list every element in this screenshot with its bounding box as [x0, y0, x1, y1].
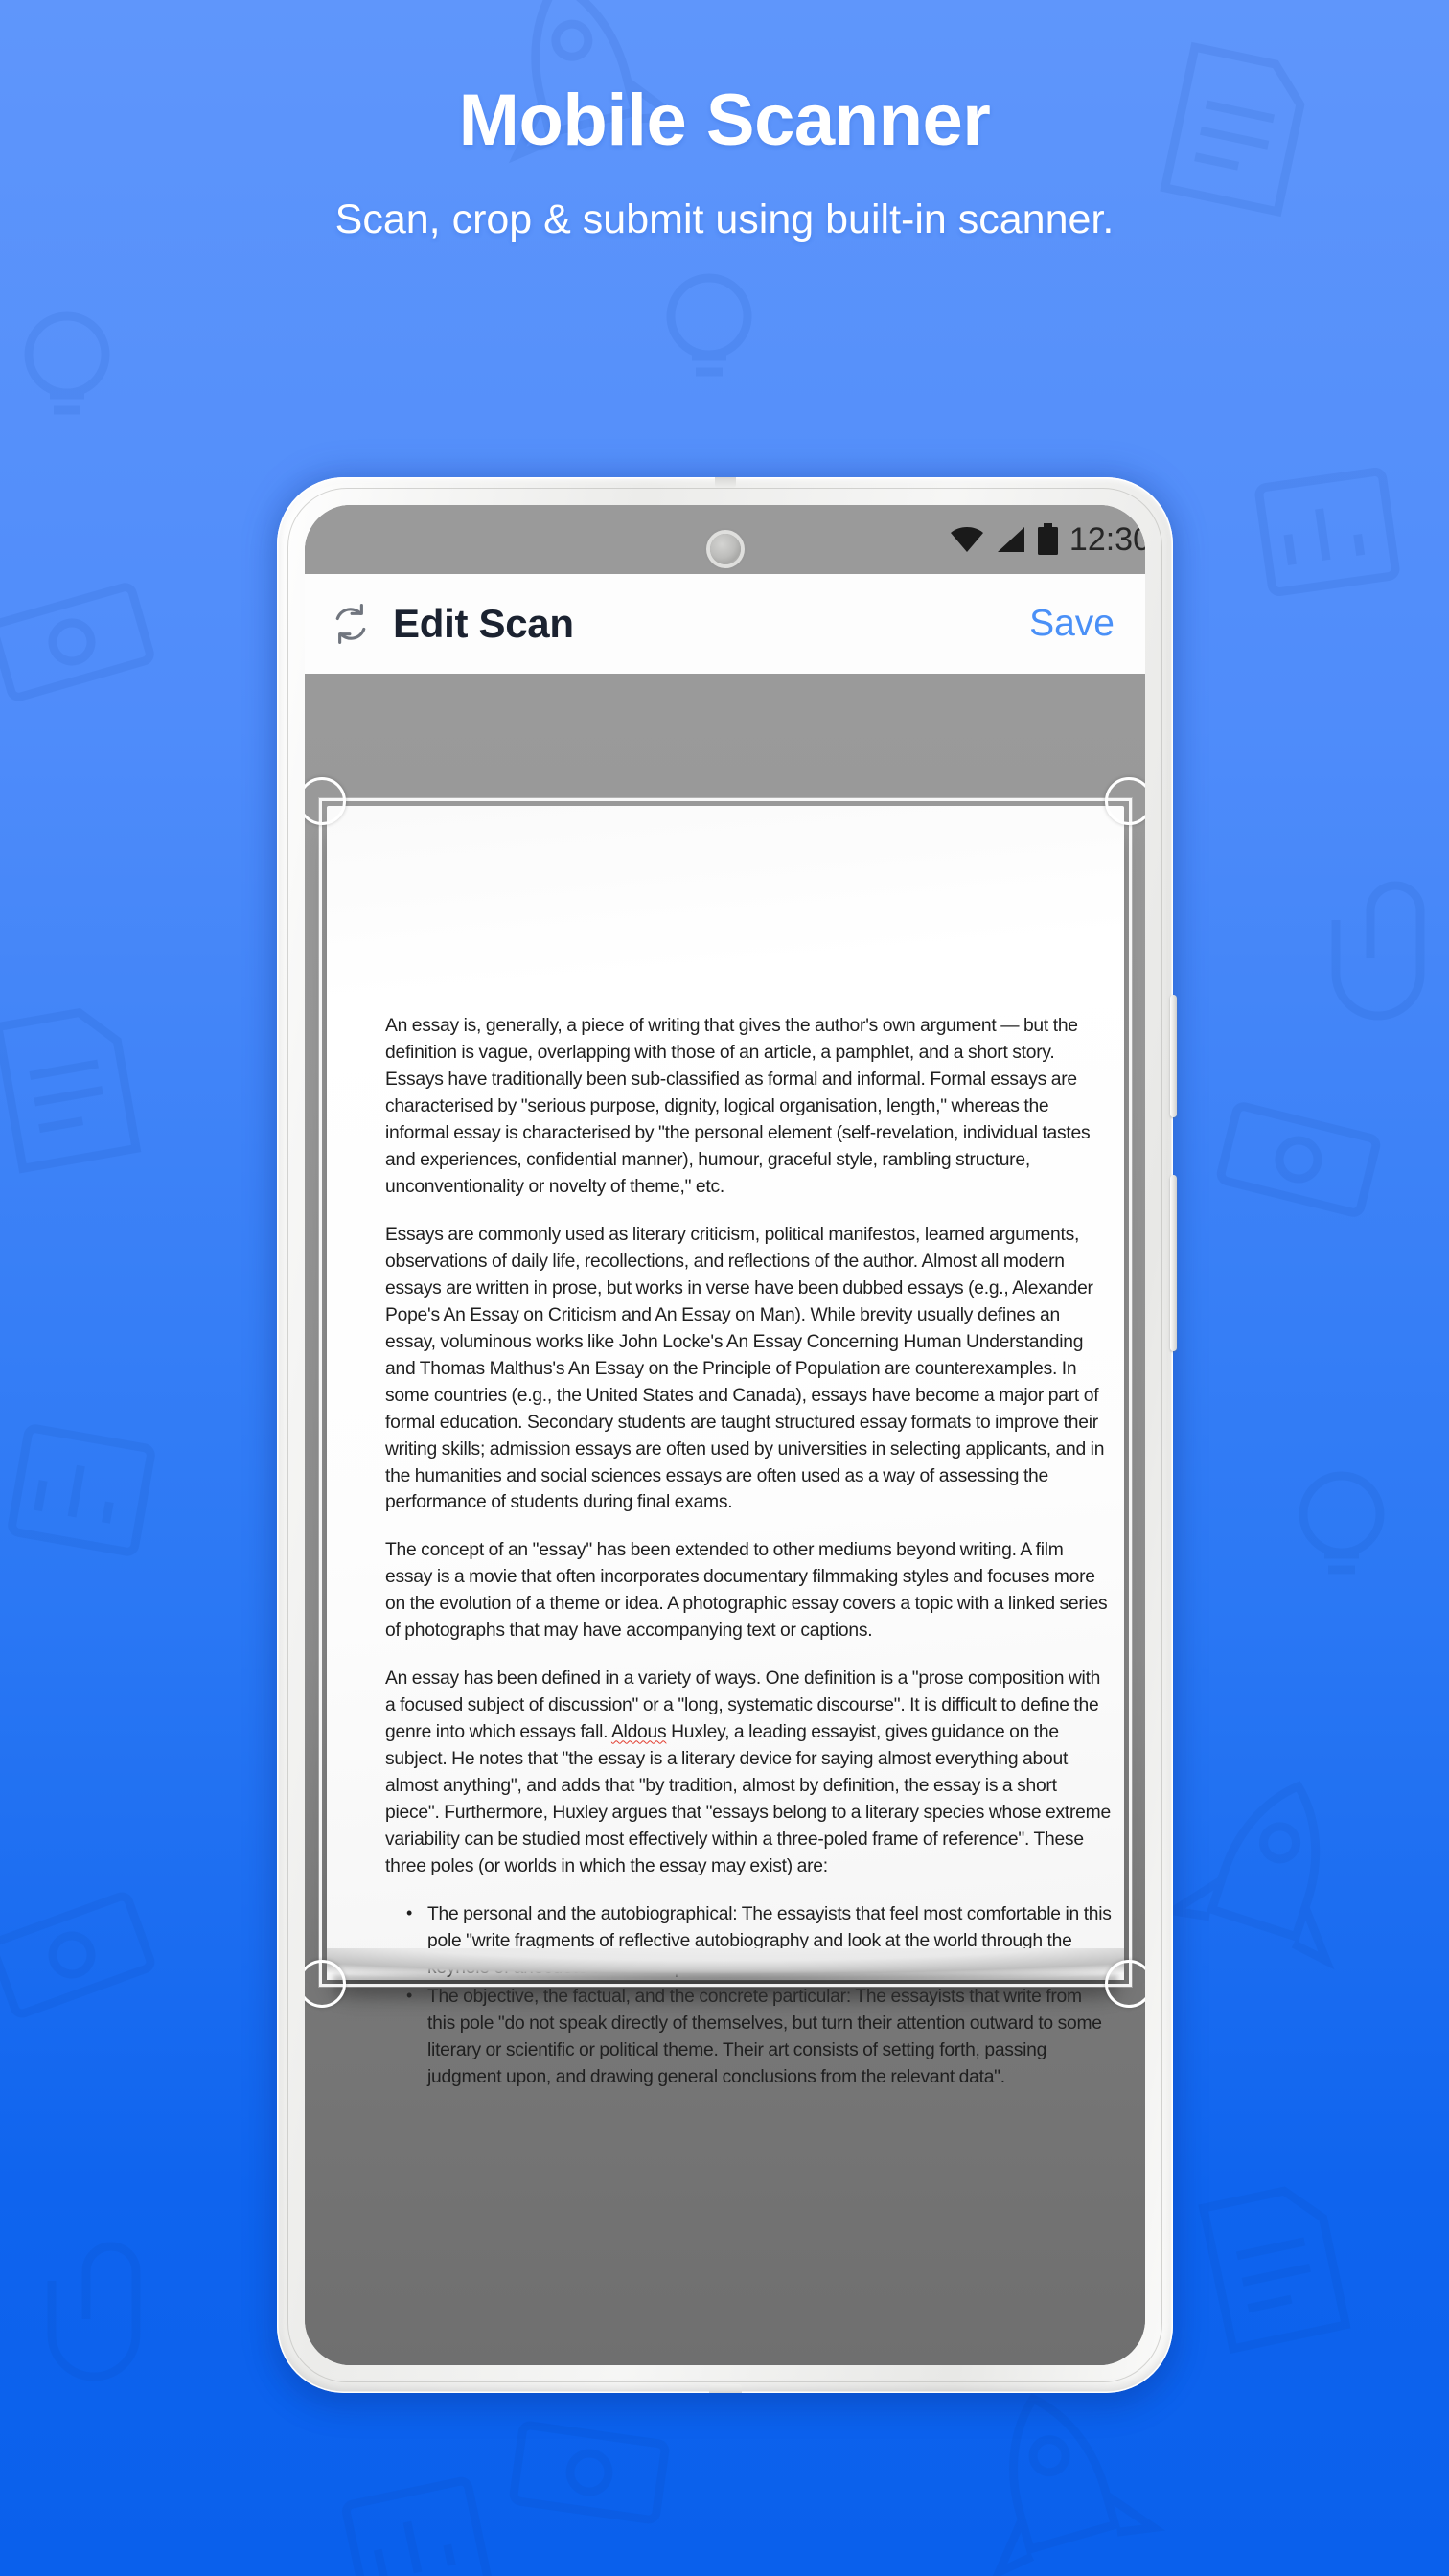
power-button[interactable] — [1170, 1175, 1177, 1351]
document-paragraph: The concept of an "essay" has been exten… — [385, 1540, 1108, 1642]
phone-mockup: 12:30 Edit Scan Save An essay is, genera… — [273, 472, 1177, 2406]
page-title: Mobile Scanner — [458, 80, 991, 161]
bottom-port — [708, 2384, 742, 2393]
phone-screen: 12:30 Edit Scan Save An essay is, genera… — [305, 505, 1145, 2365]
spellcheck-flagged-word: Aldous — [610, 1722, 667, 1743]
promo-header: Mobile Scanner Scan, crop & submit using… — [0, 0, 1449, 247]
earpiece-speaker — [714, 477, 736, 488]
volume-button[interactable] — [1170, 995, 1177, 1117]
document-paragraph: Essays are commonly used as literary cri… — [385, 1224, 1105, 1513]
app-bar-title: Edit Scan — [393, 601, 574, 646]
document-text: An essay is, generally, a piece of writi… — [385, 1013, 1114, 2093]
app-bar: Edit Scan Save — [305, 574, 1145, 674]
status-bar-indicators: 12:30 — [949, 505, 1145, 574]
paragraph-text-part: Huxley, a leading essayist, gives guidan… — [385, 1722, 1111, 1877]
battery-icon — [1037, 523, 1058, 555]
scanned-document-image: An essay is, generally, a piece of writi… — [327, 806, 1124, 2087]
scan-canvas[interactable]: An essay is, generally, a piece of writi… — [305, 674, 1145, 2365]
wifi-icon — [950, 527, 983, 552]
rotate-icon[interactable] — [330, 603, 372, 645]
save-button[interactable]: Save — [1029, 603, 1115, 645]
document-paragraph: An essay has been defined in a variety o… — [385, 1666, 1114, 1880]
cellular-signal-icon — [997, 527, 1024, 552]
front-camera-icon — [709, 534, 741, 564]
page-subtitle: Scan, crop & submit using built-in scann… — [334, 196, 1115, 242]
document-paragraph: An essay is, generally, a piece of writi… — [385, 1016, 1091, 1197]
status-bar-clock: 12:30 — [1069, 520, 1145, 558]
status-bar: 12:30 — [305, 505, 1145, 574]
page-bottom-shadow — [334, 1975, 1117, 2019]
